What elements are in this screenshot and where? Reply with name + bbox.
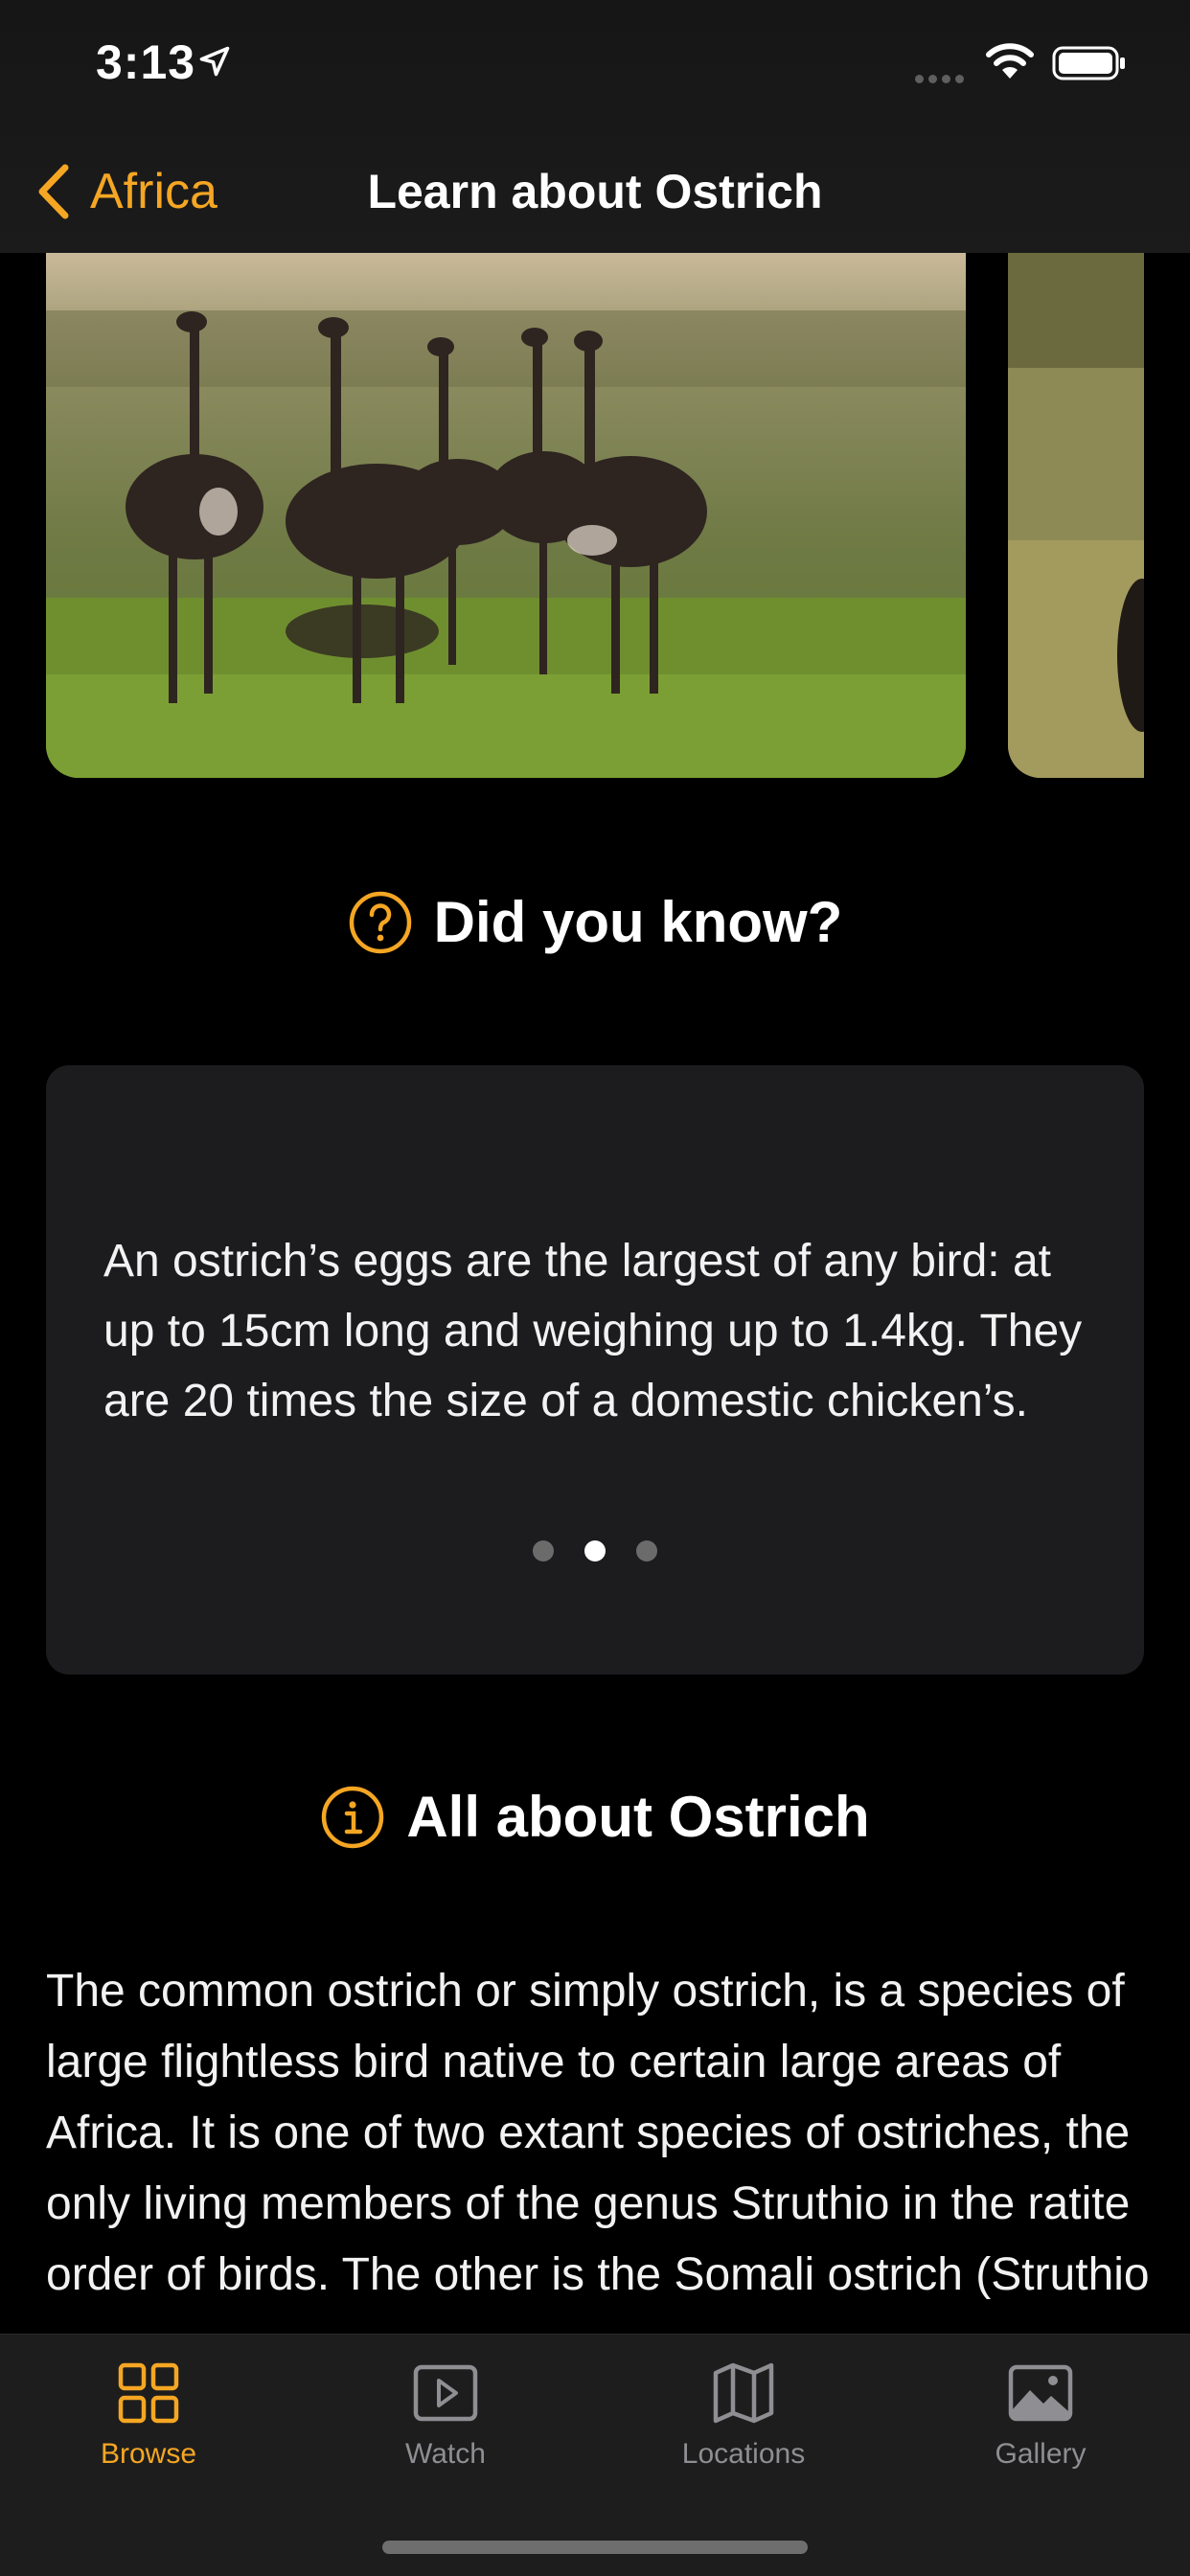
page-dot-3[interactable] — [636, 1540, 657, 1562]
location-arrow-icon — [199, 46, 230, 77]
fact-card[interactable]: An ostrich’s eggs are the largest of any… — [46, 1065, 1144, 1675]
page-dot-1[interactable] — [533, 1540, 554, 1562]
grid-icon — [118, 2362, 179, 2424]
photo-icon — [1008, 2364, 1073, 2422]
question-circle-icon — [349, 891, 411, 953]
top-bar: 3:13 Africa Learn about Ostrich — [0, 0, 1190, 253]
all-about-heading: All about Ostrich — [0, 1784, 1190, 1850]
did-you-know-title: Did you know? — [433, 890, 843, 954]
tab-watch[interactable]: Watch — [331, 2361, 561, 2471]
tab-browse[interactable]: Browse — [34, 2361, 263, 2471]
home-indicator[interactable] — [382, 2541, 808, 2554]
ostrich-photo[interactable] — [46, 253, 966, 778]
about-text: The common ostrich or simply ostrich, is… — [46, 1966, 1150, 2300]
page-control[interactable] — [46, 1540, 1144, 1562]
tab-locations-label: Locations — [681, 2438, 806, 2470]
navigation-bar: Africa Learn about Ostrich — [0, 144, 1190, 253]
did-you-know-heading: Did you know? — [0, 889, 1190, 955]
tab-watch-label: Watch — [405, 2438, 486, 2470]
tab-gallery-label: Gallery — [995, 2438, 1087, 2470]
map-icon — [713, 2362, 774, 2424]
next-photo-preview[interactable] — [1008, 253, 1144, 778]
play-icon — [413, 2364, 478, 2422]
grass-image — [1008, 253, 1144, 778]
all-about-title: All about Ostrich — [406, 1785, 870, 1849]
page-title: Learn about Ostrich — [367, 165, 823, 218]
tab-locations[interactable]: Locations — [629, 2361, 858, 2471]
image-carousel[interactable] — [0, 253, 1190, 782]
battery-icon — [1052, 46, 1125, 80]
info-circle-icon — [322, 1786, 384, 1848]
fact-text: An ostrich’s eggs are the largest of any… — [103, 1236, 1083, 1426]
page-dot-2[interactable] — [584, 1540, 606, 1562]
wifi-icon — [986, 43, 1034, 79]
ostrich-herd-image — [46, 253, 966, 778]
cellular-signal-icon — [915, 71, 969, 88]
tab-gallery[interactable]: Gallery — [926, 2361, 1156, 2471]
status-bar: 3:13 — [0, 0, 1190, 134]
tab-browse-label: Browse — [100, 2438, 197, 2470]
status-time: 3:13 — [96, 35, 196, 89]
